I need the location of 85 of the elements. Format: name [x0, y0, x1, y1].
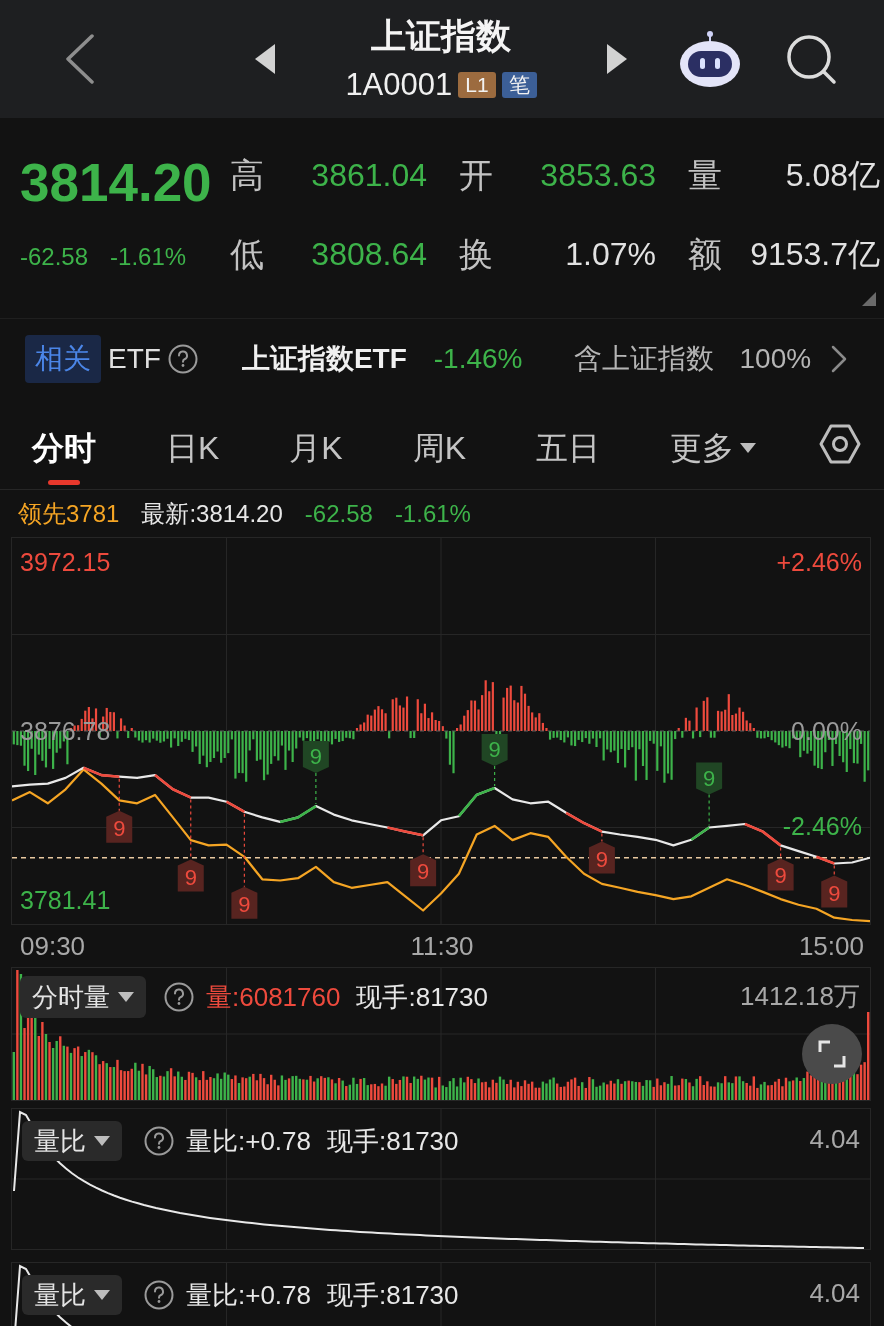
- legend-label: -1.61%: [394, 498, 471, 529]
- help-icon[interactable]: [164, 982, 194, 1012]
- stat-value: 3808.64: [310, 235, 427, 274]
- percent-axis-label: -2.46%: [782, 813, 862, 839]
- triangle-left-icon: [255, 44, 275, 74]
- holding-label: 含上证指数: [573, 341, 714, 376]
- indicator-dropdown[interactable]: 分时量: [20, 976, 146, 1018]
- volume-max-label: 1412.18万: [740, 980, 860, 1012]
- etf-change: -1.46%: [433, 341, 523, 376]
- holding-value: 100%: [739, 341, 812, 376]
- stat-value: 1.07%: [564, 235, 656, 274]
- legend-label: 最新:3814.20: [141, 498, 283, 529]
- time-label: 09:30: [20, 931, 86, 961]
- indicator-dropdown[interactable]: 量比: [22, 1121, 122, 1161]
- legend-label: 领先3781: [18, 498, 120, 529]
- caret-down-icon: [94, 1136, 110, 1146]
- percent-axis-label: +2.46%: [776, 549, 862, 575]
- indicator-dropdown[interactable]: 量比: [22, 1275, 122, 1315]
- annotation: 9: [417, 859, 430, 885]
- chart-tab[interactable]: 月K: [281, 398, 351, 489]
- search-button[interactable]: [784, 32, 838, 86]
- time-label: 15:00: [798, 931, 864, 961]
- annotation: 9: [828, 880, 841, 906]
- annotation: 9: [238, 891, 251, 917]
- quote-badge: 笔: [501, 72, 537, 98]
- search-icon: [785, 33, 837, 85]
- stat-value: 3861.04: [310, 156, 427, 195]
- annotation: 9: [703, 765, 716, 791]
- chart-tab[interactable]: 更多: [662, 398, 765, 489]
- chevron-right-icon[interactable]: [831, 344, 848, 373]
- last-trade-reading: 现手:81730: [327, 1279, 459, 1311]
- robot-icon: [679, 30, 741, 88]
- stat-label: 低: [230, 234, 265, 275]
- annotation: 9: [184, 864, 197, 890]
- last-trade-reading: 现手:81730: [356, 981, 488, 1013]
- stat-label: 高: [230, 155, 265, 196]
- ratio-max-label: 4.04: [809, 1123, 860, 1155]
- price-axis-label: 3972.15: [20, 549, 111, 575]
- back-icon: [65, 34, 95, 84]
- annotation: 9: [113, 815, 126, 841]
- related-tag: 相关: [25, 334, 101, 383]
- quote-badge: L1: [458, 72, 496, 98]
- assistant-button[interactable]: [678, 29, 742, 89]
- annotation: 9: [309, 744, 322, 770]
- stat-label: 量: [688, 155, 723, 196]
- stock-title: 上证指数: [371, 15, 511, 57]
- time-label: 11:30: [410, 931, 474, 961]
- last-trade-reading: 现手:81730: [327, 1125, 459, 1157]
- expand-icon: [817, 1039, 847, 1069]
- annotation: 9: [595, 846, 608, 872]
- stat-value: 3853.63: [539, 156, 656, 195]
- stat-label: 开: [459, 155, 494, 196]
- chart-tab[interactable]: 日K: [158, 398, 228, 489]
- caret-down-icon: [740, 443, 757, 453]
- annotation: 9: [488, 737, 501, 763]
- chart-tab[interactable]: 分时: [24, 398, 104, 489]
- caret-down-icon: [94, 1290, 110, 1300]
- etf-name[interactable]: 上证指数ETF: [241, 337, 407, 380]
- stat-value: 9153.7亿: [749, 235, 880, 274]
- stat-value: 5.08亿: [784, 156, 880, 195]
- ratio-reading: 量比:+0.78: [186, 1279, 311, 1311]
- caret-down-icon: [118, 992, 134, 1002]
- price-change-percent: -1.61%: [110, 242, 187, 272]
- settings-icon: [819, 422, 862, 465]
- stat-label: 额: [688, 234, 723, 275]
- chart-tab[interactable]: 五日: [528, 398, 609, 489]
- help-icon[interactable]: [144, 1280, 174, 1310]
- fullscreen-button[interactable]: [802, 1024, 862, 1084]
- stat-label: 换: [459, 234, 494, 275]
- percent-axis-label: 0.00%: [791, 718, 862, 744]
- triangle-right-icon: [607, 44, 627, 74]
- help-icon[interactable]: [167, 343, 198, 374]
- legend-label: -62.58: [304, 498, 373, 529]
- annotation: 9: [774, 863, 787, 889]
- stock-code: 1A0001: [345, 67, 453, 103]
- etf-label: ETF: [108, 341, 161, 376]
- ratio-max-label: 4.04: [809, 1277, 860, 1309]
- chart-tab[interactable]: 周K: [404, 398, 475, 489]
- help-icon[interactable]: [144, 1126, 174, 1156]
- corner-triangle-icon[interactable]: [862, 292, 876, 306]
- volume-reading: 量:6081760: [206, 981, 341, 1013]
- price-axis-label: 3781.41: [20, 887, 111, 913]
- ratio-reading: 量比:+0.78: [186, 1125, 311, 1157]
- price-change: -62.58: [20, 242, 89, 272]
- last-price: 3814.20: [20, 152, 212, 214]
